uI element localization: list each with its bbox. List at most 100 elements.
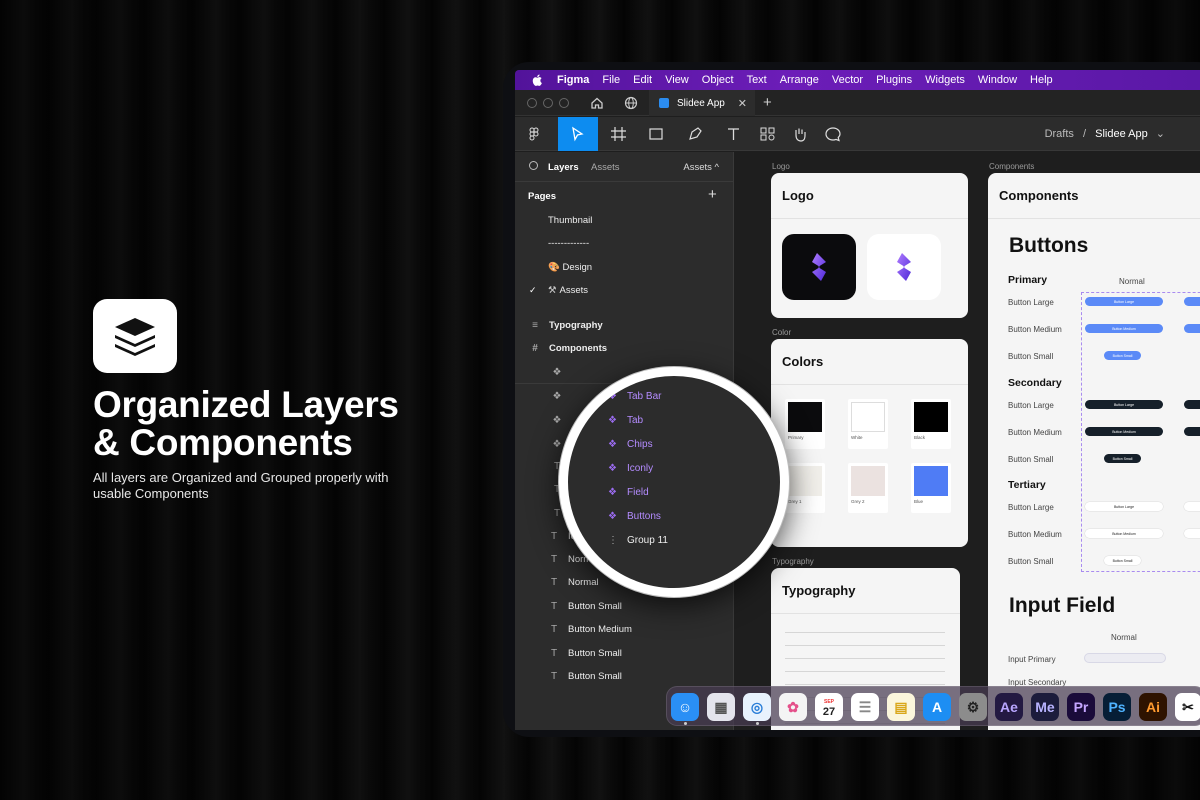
components-frame[interactable]: Components Buttons Normal Primary Button… [988,173,1200,730]
home-icon[interactable] [589,95,605,111]
breadcrumb-file[interactable]: Slidee App [1095,128,1148,140]
assets-page-dropdown[interactable]: Assets ^ [683,162,719,173]
new-tab-button[interactable]: + [763,94,772,111]
primary-button-large-alt[interactable] [1184,297,1200,306]
menu-arrange[interactable]: Arrange [780,74,819,86]
layer-field[interactable]: ❖ Field [608,487,649,498]
close-tab-icon[interactable]: ✕ [738,97,747,110]
layer-button-small[interactable]: T Button Small [547,601,622,612]
menu-object[interactable]: Object [702,74,734,86]
reminders-icon[interactable]: ☰ [851,693,879,721]
page-thumbnail[interactable]: Thumbnail [548,215,592,226]
globe-icon[interactable] [623,95,639,111]
notes-icon[interactable]: ▤ [887,693,915,721]
layer-tab-bar[interactable]: ❖ Tab Bar [608,391,661,402]
finder-icon[interactable]: ☺ [671,693,699,721]
rectangle-tool-icon[interactable] [648,126,666,142]
chevron-down-icon[interactable]: ⌄ [1156,128,1165,140]
layer-chips[interactable]: ❖ Chips [608,439,653,450]
layer-button-small[interactable]: T Button Small [547,671,622,682]
page-assets[interactable]: ⚒ Assets [548,285,588,296]
menu-widgets[interactable]: Widgets [925,74,965,86]
system-settings-icon[interactable]: ⚙ [959,693,987,721]
layer-label: Buttons [627,511,661,522]
photoshop-icon[interactable]: Ps [1103,693,1131,721]
media-encoder-icon[interactable]: Me [1031,693,1059,721]
layer-component-row[interactable]: ❖ [550,367,571,378]
pen-tool-icon[interactable] [687,126,705,142]
app-store-icon[interactable]: A [923,693,951,721]
tab-slidee-app[interactable]: Slidee App ✕ [649,90,755,116]
figma-main-menu-icon[interactable] [527,126,545,142]
layer-normal[interactable]: T Normal [547,577,599,588]
window-zoom-button[interactable] [559,97,569,108]
tab-layers[interactable]: Layers [548,162,579,173]
frame-label-logo[interactable]: Logo [772,162,790,171]
tertiary-button-small[interactable]: Button Small [1104,556,1141,565]
tertiary-button-medium[interactable]: Button Medium [1085,529,1163,538]
menu-help[interactable]: Help [1030,74,1053,86]
menu-plugins[interactable]: Plugins [876,74,912,86]
design-canvas[interactable]: Logo Components Logo Color Colors Primar… [735,152,1200,730]
colors-frame[interactable]: Colors Primary White Black Grey 1 Grey 2… [771,339,968,547]
premiere-pro-icon[interactable]: Pr [1067,693,1095,721]
layer-buttons[interactable]: ❖ Buttons [608,511,661,522]
window-minimize-button[interactable] [543,97,553,108]
tertiary-button-large-alt[interactable] [1184,502,1200,511]
capcut-icon[interactable]: ✂ [1175,693,1200,721]
logo-frame[interactable]: Logo [771,173,968,318]
secondary-button-medium-alt[interactable] [1184,427,1200,436]
comment-tool-icon[interactable] [824,126,842,142]
layer-component-row[interactable]: ❖ [550,391,571,402]
breadcrumb-drafts[interactable]: Drafts [1045,128,1074,140]
layer-components[interactable]: # Components [528,343,607,354]
menu-file[interactable]: File [602,74,620,86]
menu-view[interactable]: View [665,74,689,86]
menu-window[interactable]: Window [978,74,1017,86]
hand-tool-icon[interactable] [791,126,809,142]
frame-label-typography[interactable]: Typography [772,557,814,566]
apple-logo-icon[interactable] [532,74,543,86]
layer-component-row[interactable]: ❖ [550,415,571,426]
layer-tab[interactable]: ❖ Tab [608,415,643,426]
layer-group-11[interactable]: ⋮ Group 11 [608,535,668,546]
frame-label-components[interactable]: Components [989,162,1034,171]
illustrator-icon[interactable]: Ai [1139,693,1167,721]
menu-figma[interactable]: Figma [557,74,589,86]
launchpad-icon[interactable]: ▦ [707,693,735,721]
tab-assets[interactable]: Assets [591,162,620,173]
menu-text[interactable]: Text [747,74,767,86]
window-close-button[interactable] [527,97,537,108]
primary-button-medium[interactable]: Button Medium [1085,324,1163,333]
secondary-button-large[interactable]: Button Large [1085,400,1163,409]
page-divider[interactable]: ------------- [548,238,589,249]
layer-iconly[interactable]: ❖ Iconly [608,463,653,474]
search-icon[interactable] [529,161,538,170]
page-design[interactable]: 🎨 Design [548,262,592,273]
resources-icon[interactable] [759,126,777,142]
safari-icon[interactable]: ◎ [743,693,771,721]
dock-glyph: Ae [1000,699,1018,715]
frame-label-color[interactable]: Color [772,328,791,337]
layer-button-medium[interactable]: T Button Medium [547,624,632,635]
tertiary-button-medium-alt[interactable] [1184,529,1200,538]
primary-button-small[interactable]: Button Small [1104,351,1141,360]
secondary-button-medium[interactable]: Button Medium [1085,427,1163,436]
menu-vector[interactable]: Vector [832,74,863,86]
add-page-button[interactable]: + [708,186,717,203]
primary-button-large[interactable]: Button Large [1085,297,1163,306]
calendar-icon[interactable]: SEP 27 [815,693,843,721]
primary-button-medium-alt[interactable] [1184,324,1200,333]
after-effects-icon[interactable]: Ae [995,693,1023,721]
secondary-button-small[interactable]: Button Small [1104,454,1141,463]
menu-edit[interactable]: Edit [633,74,652,86]
layer-button-small[interactable]: T Button Small [547,648,622,659]
layer-typography[interactable]: ≡ Typography [528,320,603,331]
photos-icon[interactable]: ✿ [779,693,807,721]
input-primary-field[interactable] [1084,653,1166,663]
move-tool-button[interactable] [558,117,598,151]
frame-tool-icon[interactable] [610,126,628,142]
tertiary-button-large[interactable]: Button Large [1085,502,1163,511]
secondary-button-large-alt[interactable] [1184,400,1200,409]
text-tool-icon[interactable] [725,126,743,142]
